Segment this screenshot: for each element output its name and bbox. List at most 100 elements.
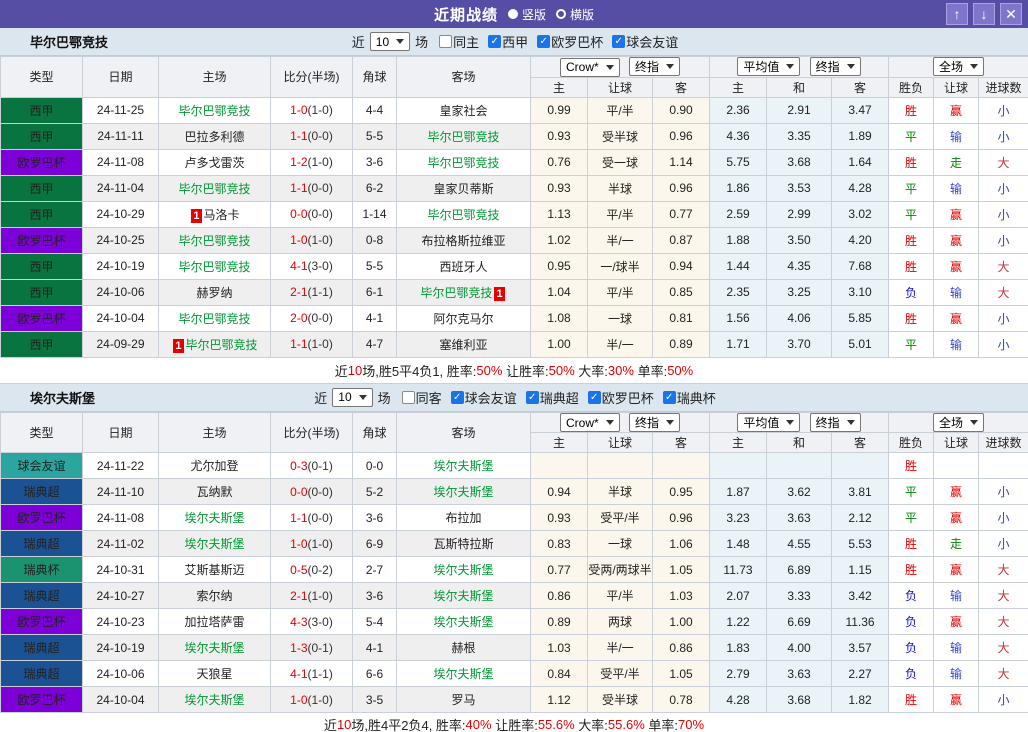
summary-value: 10 [336, 716, 352, 732]
avg-draw-odds: 3.68 [766, 148, 832, 176]
handicap-line: 平/半 [587, 278, 653, 306]
scroll-up-button[interactable]: ↑ [946, 3, 968, 25]
odds-home: 0.94 [530, 478, 588, 505]
results-table: 类型 日期 主场 比分(半场) 角球 客场 Crow* 终指 平均值 终指 全场… [0, 411, 1028, 713]
same-venue-checkbox[interactable] [401, 390, 415, 404]
final-odds-select[interactable]: 终指 [629, 57, 681, 76]
result-outcome: 负 [888, 582, 935, 609]
scope-select[interactable]: 全场 [933, 412, 985, 432]
window-buttons: ↑ ↓ ✕ [946, 3, 1022, 25]
odds-away: 0.96 [652, 122, 710, 150]
league-badge: 西甲 [0, 96, 83, 124]
avg-draw-odds: 4.35 [766, 252, 832, 280]
odds-away: 0.77 [652, 200, 710, 228]
select-value: 终指 [815, 415, 840, 430]
score-cell: 1-1(1-0) [270, 330, 353, 358]
home-team-cell: 毕尔巴鄂竞技 [158, 252, 271, 280]
away-team-cell: 埃尔夫斯堡 [396, 556, 531, 583]
close-button[interactable]: ✕ [1000, 3, 1022, 25]
avg-home-odds: 1.88 [709, 226, 767, 254]
league-badge: 欧罗巴杯 [0, 504, 83, 531]
corner-score: 5-5 [352, 252, 397, 280]
home-team: 毕尔巴鄂竞技 [185, 337, 258, 352]
odds-away: 1.06 [652, 530, 710, 557]
home-team: 埃尔夫斯堡 [184, 537, 245, 551]
result-handicap: 赢 [933, 200, 980, 228]
average-select[interactable]: 平均值 [737, 412, 801, 432]
league-filter-checkbox[interactable]: ✓ [662, 390, 676, 404]
result-goals: 小 [978, 478, 1028, 505]
scroll-down-button[interactable]: ↓ [973, 3, 995, 25]
league-filter-checkbox[interactable]: ✓ [450, 390, 464, 404]
avg-home-odds: 3.23 [709, 504, 767, 531]
layout-radio-vertical[interactable]: 竖版 [507, 6, 546, 23]
result-outcome: 负 [888, 278, 935, 306]
home-team: 赫罗纳 [196, 285, 233, 300]
table-row: 西甲 24-11-11 巴拉多利德 1-1(0-0) 5-5 毕尔巴鄂竞技 0.93 受半球 0… [0, 122, 1028, 150]
league-badge: 球会友谊 [0, 452, 83, 479]
result-outcome: 胜 [888, 530, 935, 557]
odds-home: 0.93 [530, 174, 588, 202]
chevron-down-icon [846, 64, 855, 70]
avg-home-odds: 1.87 [709, 478, 767, 505]
table-row: 瑞典超 24-11-10 瓦纳默 0-0(0-0) 5-2 埃尔夫斯堡 0.94 半球 0.95… [0, 478, 1028, 505]
home-team: 加拉塔萨雷 [184, 615, 245, 629]
odds-home [530, 452, 588, 479]
avg-draw-odds: 2.91 [766, 96, 832, 124]
bookmaker-select[interactable]: Crow* [559, 413, 620, 432]
match-count-select[interactable]: 10 [369, 32, 411, 51]
avg-draw-odds: 3.53 [766, 174, 832, 202]
match-count-select[interactable]: 10 [332, 387, 373, 407]
fulltime-score: 1-1 [290, 129, 308, 143]
fulltime-score: 2-1 [290, 285, 308, 299]
score-cell: 2-1(1-1) [270, 278, 353, 306]
away-team: 毕尔巴鄂竞技 [427, 207, 500, 222]
corner-score: 4-4 [352, 96, 397, 124]
score-cell: 4-1(1-1) [270, 660, 353, 687]
chevron-down-icon [970, 64, 979, 70]
summary-value: 50% [548, 362, 575, 378]
match-date: 24-10-19 [82, 634, 159, 661]
games-label: 场 [415, 35, 429, 50]
title-bar: 近期战绩 竖版 横版 ↑ ↓ ✕ [0, 0, 1028, 28]
table-row: 西甲 24-11-25 毕尔巴鄂竞技 1-0(1-0) 4-4 皇家社会 0.99 平/半 0.… [0, 96, 1028, 124]
league-filter-checkbox[interactable]: ✓ [537, 35, 551, 48]
league-filter-label: 球会友谊 [626, 35, 679, 50]
final-odds-select[interactable]: 终指 [809, 57, 861, 77]
average-select[interactable]: 平均值 [737, 57, 801, 77]
bookmaker-select[interactable]: Crow* [559, 57, 620, 77]
corner-score: 3-6 [352, 582, 397, 609]
handicap-line: 受半球 [587, 686, 653, 713]
score-cell: 4-1(3-0) [270, 252, 353, 280]
result-goals: 大 [978, 148, 1028, 176]
match-date: 24-11-02 [82, 530, 159, 557]
league-filter-checkbox[interactable]: ✓ [488, 35, 502, 48]
score-cell: 2-1(1-0) [270, 582, 353, 609]
final-odds-select[interactable]: 终指 [809, 412, 861, 432]
score-cell: 0-0(0-0) [270, 200, 353, 228]
corner-score: 5-2 [352, 478, 397, 505]
result-goals: 小 [978, 226, 1028, 254]
match-date: 24-11-10 [82, 478, 159, 505]
final-odds-select[interactable]: 终指 [629, 412, 681, 432]
layout-radio-horizontal[interactable]: 横版 [556, 6, 594, 23]
table-row: 欧罗巴杯 24-10-23 加拉塔萨雷 4-3(3-0) 5-4 埃尔夫斯堡 0.89 两球 1… [0, 608, 1028, 635]
home-team-cell: 毕尔巴鄂竞技 [158, 96, 271, 124]
league-filter-checkbox[interactable]: ✓ [587, 390, 601, 404]
avg-home-odds: 2.36 [709, 96, 767, 124]
handicap-line: 一/球半 [587, 252, 653, 280]
league-filter-checkbox[interactable]: ✓ [612, 35, 626, 48]
home-team: 尤尔加登 [190, 459, 239, 473]
result-handicap: 输 [933, 660, 980, 687]
same-venue-checkbox[interactable] [439, 35, 453, 48]
match-date: 24-11-08 [82, 148, 159, 176]
match-date: 24-11-08 [82, 504, 159, 531]
match-date: 24-10-04 [82, 304, 159, 332]
league-badge: 西甲 [0, 200, 83, 228]
halftime-score: (0-2) [307, 562, 333, 577]
home-team-cell: 尤尔加登 [158, 452, 271, 479]
halftime-score: (1-0) [307, 536, 333, 551]
result-handicap: 输 [933, 278, 980, 306]
scope-select[interactable]: 全场 [933, 57, 985, 77]
league-filter-checkbox[interactable]: ✓ [525, 390, 539, 404]
